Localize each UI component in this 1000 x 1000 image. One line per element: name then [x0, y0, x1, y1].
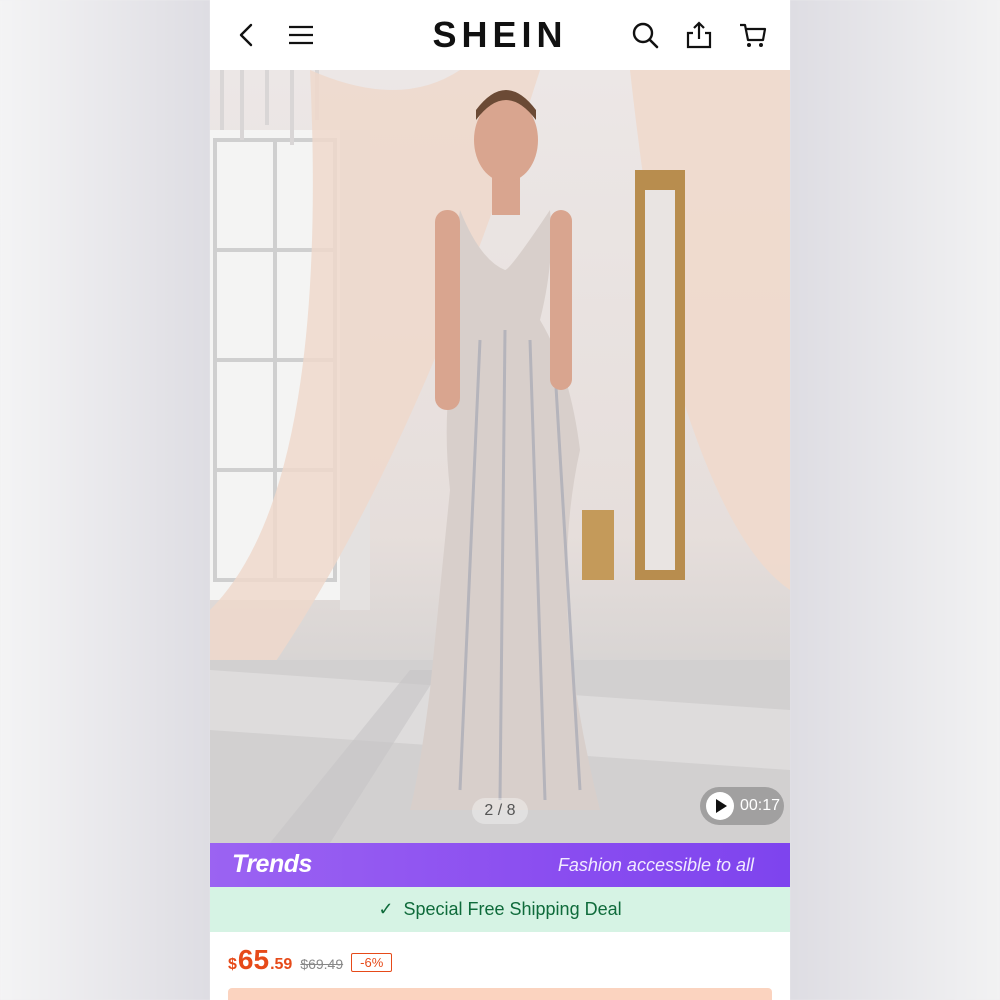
background-right: [790, 0, 1000, 1000]
price-currency: $: [228, 956, 237, 973]
check-icon: ✓: [378, 899, 394, 919]
trends-logo: Trends: [232, 850, 312, 878]
product-image[interactable]: 2 / 8 00:17: [210, 70, 790, 843]
price-integer: 65: [237, 944, 270, 975]
product-page: SHEIN 2 / 8 00:17 Trends Fashion accessi…: [210, 0, 790, 1000]
shipping-banner[interactable]: ✓ Special Free Shipping Deal: [210, 887, 790, 932]
video-button[interactable]: 00:17: [700, 787, 784, 825]
trends-banner[interactable]: Trends Fashion accessible to all: [210, 843, 790, 887]
product-photo-illustration: [210, 70, 790, 843]
image-counter: 2 / 8: [472, 798, 528, 824]
video-duration: 00:17: [740, 797, 781, 814]
original-price: $69.49: [300, 956, 344, 972]
play-icon[interactable]: [706, 792, 734, 820]
top-nav-bar: SHEIN: [210, 0, 790, 70]
shipping-label: Special Free Shipping Deal: [403, 899, 622, 919]
trends-tagline: Fashion accessible to all: [557, 855, 754, 875]
cart-icon[interactable]: [736, 18, 770, 52]
promo-strip[interactable]: [228, 988, 772, 1000]
background-left: [0, 0, 210, 1000]
price-decimal: .59: [270, 956, 293, 973]
price-row: $ 65 .59 $69.49 -6%: [228, 944, 393, 984]
share-icon[interactable]: [682, 18, 716, 52]
search-icon[interactable]: [628, 18, 662, 52]
discount-badge: -6%: [351, 953, 393, 972]
